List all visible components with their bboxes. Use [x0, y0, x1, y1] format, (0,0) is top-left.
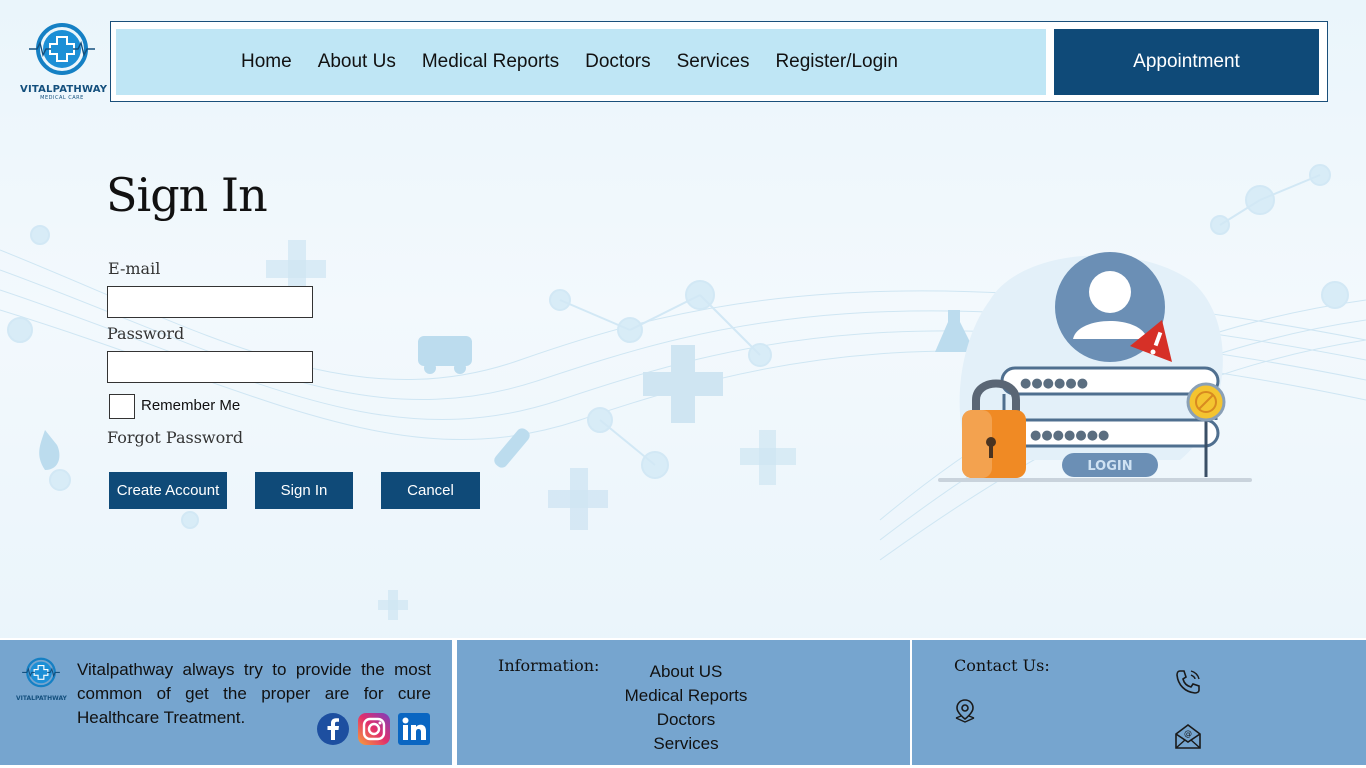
email-field[interactable] — [107, 286, 313, 318]
footer-information-column: Information: About US Medical Reports Do… — [457, 640, 910, 765]
facebook-icon[interactable] — [316, 712, 350, 746]
footer-brand-name: VITALPATHWAY — [16, 695, 67, 702]
footer: VITALPATHWAY Vitalpathway always try to … — [0, 638, 1366, 768]
footer-logo[interactable]: VITALPATHWAY — [16, 656, 67, 702]
password-mask: ●●●●●●● — [1030, 428, 1109, 443]
linkedin-icon[interactable] — [397, 712, 431, 746]
email-icon[interactable]: @ — [1174, 722, 1202, 750]
footer-link-doctors[interactable]: Doctors — [579, 708, 793, 732]
information-links: About US Medical Reports Doctors Service… — [579, 660, 793, 756]
main-navbar: Home About Us Medical Reports Doctors Se… — [116, 29, 1046, 95]
password-field[interactable] — [107, 351, 313, 383]
sign-in-button[interactable]: Sign In — [255, 472, 353, 509]
header-nav-container: Home About Us Medical Reports Doctors Se… — [110, 21, 1328, 102]
medical-cross-logo-icon — [22, 657, 60, 688]
appointment-button[interactable]: Appointment — [1054, 29, 1319, 95]
nav-services[interactable]: Services — [677, 51, 750, 73]
medical-cross-logo-icon — [29, 23, 95, 75]
page-title: Sign In — [106, 168, 268, 222]
location-pin-icon[interactable] — [953, 698, 977, 724]
brand-logo[interactable]: VITALPATHWAY MEDICAL CARE — [20, 22, 108, 102]
svg-text:@: @ — [1184, 729, 1192, 738]
email-label: E-mail — [108, 259, 161, 278]
password-label: Password — [107, 324, 185, 343]
nav-home[interactable]: Home — [241, 51, 292, 73]
remember-me-checkbox[interactable] — [109, 394, 135, 419]
username-mask: ●●●●●● — [1020, 376, 1088, 391]
nav-doctors[interactable]: Doctors — [585, 51, 650, 73]
footer-about-column: VITALPATHWAY Vitalpathway always try to … — [0, 640, 452, 765]
footer-link-services[interactable]: Services — [579, 732, 793, 756]
footer-contact-column: Contact Us: @ — [912, 640, 1366, 765]
nav-about-us[interactable]: About Us — [318, 51, 396, 73]
forgot-password-link[interactable]: Forgot Password — [107, 428, 243, 447]
contact-heading: Contact Us: — [954, 656, 1050, 675]
remember-me-label: Remember Me — [141, 397, 241, 414]
brand-tagline: MEDICAL CARE — [40, 95, 84, 101]
nav-medical-reports[interactable]: Medical Reports — [422, 51, 559, 73]
brand-name: VITALPATHWAY — [20, 84, 108, 95]
login-illustration: ●●●●●● ●●●●●●● LOGIN — [938, 252, 1252, 482]
phone-icon[interactable] — [1174, 668, 1202, 696]
login-graphic-label: LOGIN — [1087, 459, 1132, 474]
nav-links: Home About Us Medical Reports Doctors Se… — [241, 29, 924, 95]
footer-link-about-us[interactable]: About US — [579, 660, 793, 684]
cancel-button[interactable]: Cancel — [381, 472, 480, 509]
footer-link-medical-reports[interactable]: Medical Reports — [579, 684, 793, 708]
instagram-icon[interactable] — [357, 712, 391, 746]
nav-register-login[interactable]: Register/Login — [775, 51, 898, 73]
create-account-button[interactable]: Create Account — [109, 472, 227, 509]
